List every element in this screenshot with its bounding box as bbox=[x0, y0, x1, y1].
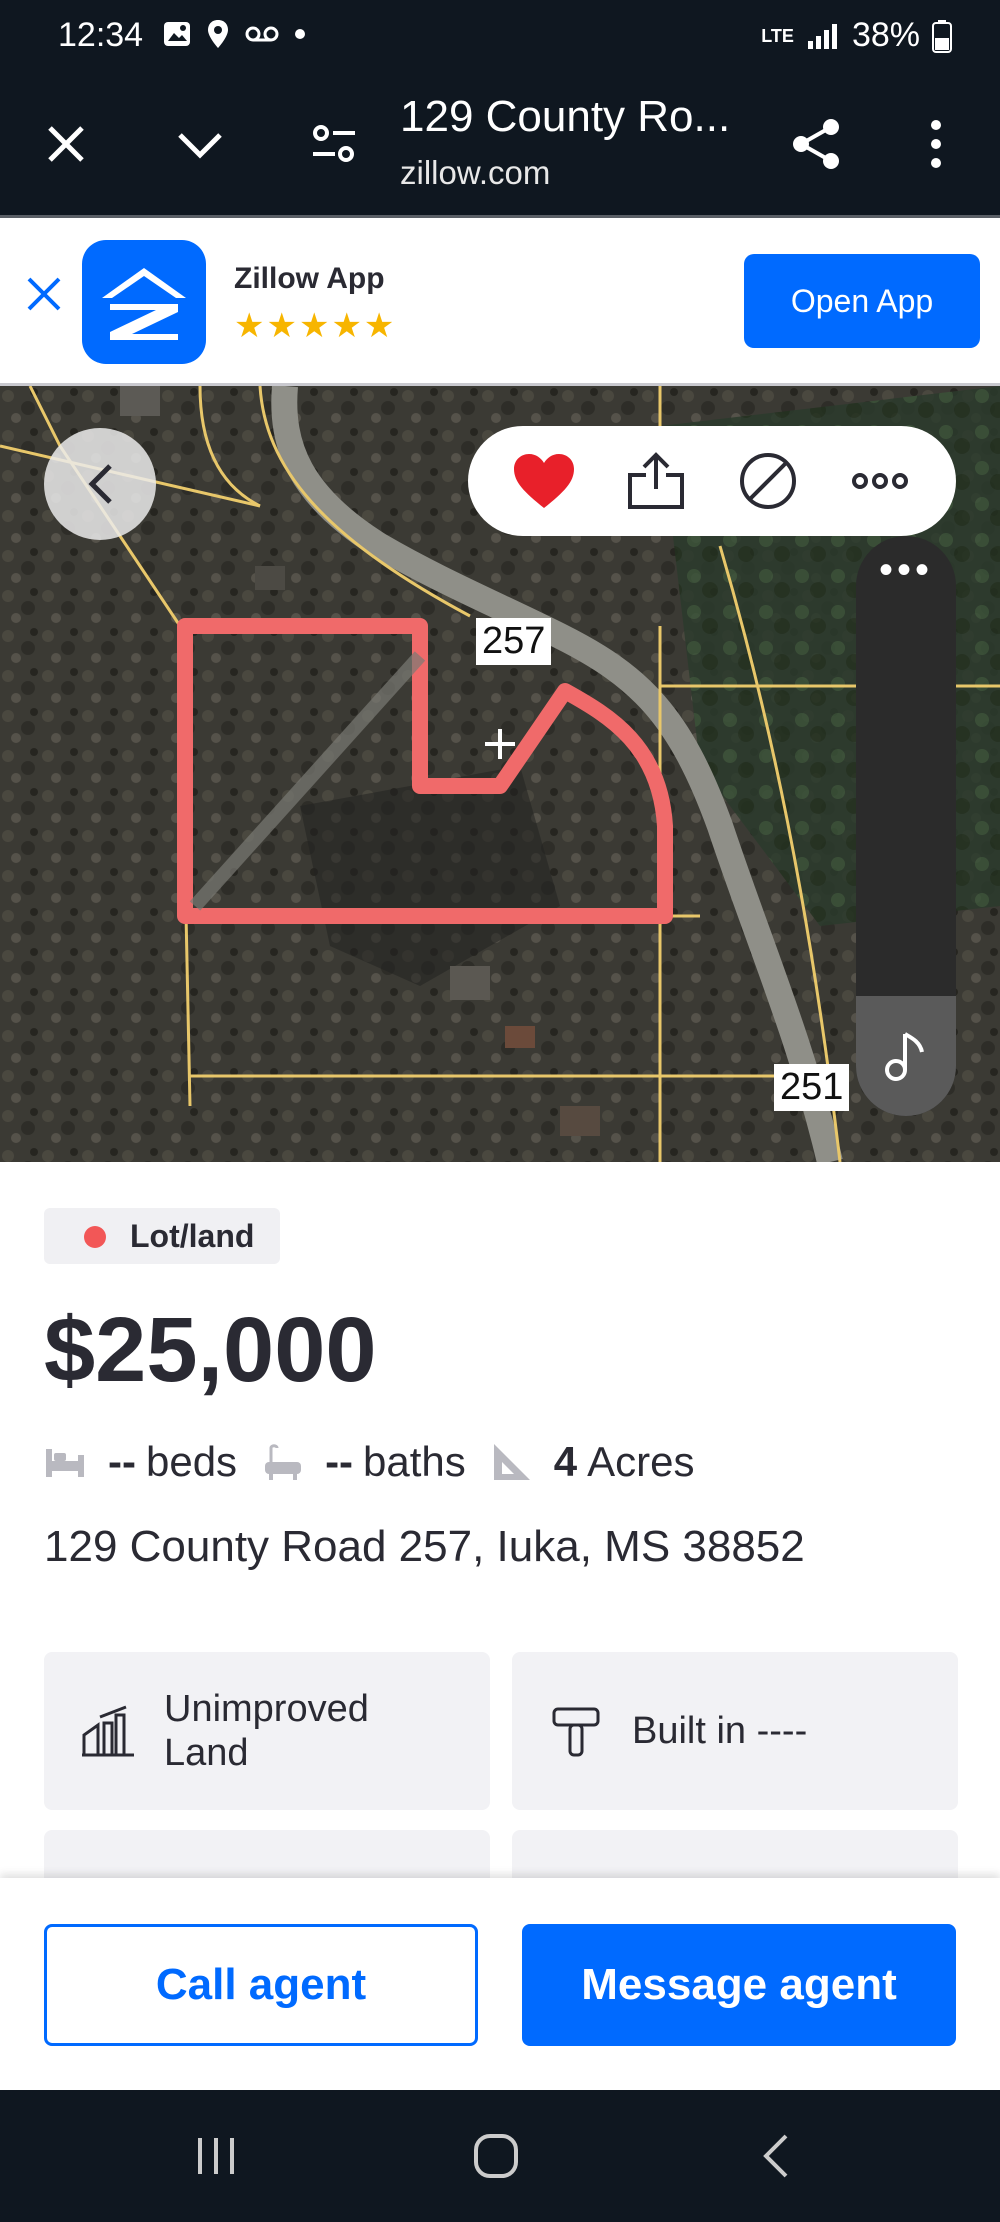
back-button[interactable] bbox=[44, 428, 156, 540]
dot-icon bbox=[295, 29, 305, 39]
contact-agent-bar: Call agent Message agent bbox=[0, 1878, 1000, 2090]
notification-icons bbox=[162, 18, 306, 50]
property-type-line2: Land bbox=[164, 1732, 249, 1774]
minimize-button[interactable] bbox=[172, 116, 228, 172]
close-tab-button[interactable] bbox=[38, 116, 94, 172]
listing-actions bbox=[468, 426, 956, 536]
parcel-number-label: 257 bbox=[476, 618, 552, 665]
bed-icon bbox=[46, 1449, 84, 1477]
signal-icon bbox=[807, 23, 837, 49]
zillow-logo bbox=[82, 240, 206, 364]
home-icon bbox=[474, 2134, 518, 2178]
kebab-menu-icon bbox=[931, 120, 941, 168]
acres-value: 4 bbox=[553, 1438, 578, 1485]
listing-price: $25,000 bbox=[44, 1299, 377, 1401]
bathtub-icon bbox=[265, 1444, 302, 1480]
page-title[interactable]: 129 County Ro... bbox=[400, 92, 730, 142]
system-navigation-bar bbox=[0, 2090, 1000, 2222]
baths-value: -- bbox=[325, 1438, 354, 1485]
listing-address: 129 County Road 257, Iuka, MS 38852 bbox=[44, 1522, 805, 1571]
beds-fact: -- beds bbox=[44, 1438, 237, 1486]
listing-details: Lot/land $25,000 -- beds -- baths 4 Acre… bbox=[0, 1162, 1000, 1878]
message-agent-button[interactable]: Message agent bbox=[522, 1924, 956, 2046]
home-button[interactable] bbox=[456, 2126, 536, 2186]
baths-label: baths bbox=[363, 1438, 466, 1485]
image-icon bbox=[164, 22, 190, 46]
close-icon bbox=[27, 277, 61, 311]
network-type: LTE bbox=[761, 25, 794, 46]
ruler-triangle-icon bbox=[493, 1444, 530, 1480]
dismiss-banner-button[interactable] bbox=[26, 276, 62, 317]
music-control-button[interactable] bbox=[856, 996, 956, 1116]
app-name: Zillow App bbox=[234, 262, 385, 295]
call-agent-button[interactable]: Call agent bbox=[44, 1924, 478, 2046]
heart-icon bbox=[514, 454, 574, 508]
page-settings-button[interactable] bbox=[306, 116, 362, 172]
more-horizontal-icon bbox=[852, 473, 908, 489]
year-built-card: Built in ---- bbox=[512, 1652, 958, 1810]
satellite-map[interactable]: 257 251 ••• bbox=[0, 386, 1000, 1162]
clock-time: 12:34 bbox=[58, 16, 144, 54]
share-upload-icon bbox=[628, 452, 684, 509]
share-button[interactable] bbox=[788, 116, 844, 172]
chevron-down-icon bbox=[178, 133, 222, 159]
year-built-text: Built in ---- bbox=[632, 1710, 808, 1752]
listing-type-label: Lot/land bbox=[130, 1217, 255, 1254]
open-app-button[interactable]: Open App bbox=[744, 254, 980, 348]
settings-sliders-icon bbox=[313, 125, 355, 162]
block-icon bbox=[740, 453, 796, 509]
page-url[interactable]: zillow.com bbox=[400, 154, 550, 192]
property-type-line1: Unimproved bbox=[164, 1688, 369, 1730]
baths-fact: -- baths bbox=[263, 1438, 466, 1486]
more-actions-button[interactable] bbox=[840, 441, 920, 521]
parcel-number-label: 251 bbox=[774, 1064, 850, 1111]
recent-apps-button[interactable] bbox=[176, 2126, 256, 2186]
building-chart-icon bbox=[82, 1705, 134, 1757]
home-facts: -- beds -- baths 4 Acres bbox=[44, 1438, 721, 1486]
listing-type-badge: Lot/land bbox=[44, 1208, 281, 1264]
fact-card-partial bbox=[512, 1830, 958, 1878]
hide-listing-button[interactable] bbox=[728, 441, 808, 521]
save-favorite-button[interactable] bbox=[504, 441, 584, 521]
music-note-icon bbox=[885, 1032, 924, 1081]
panel-more-dots[interactable]: ••• bbox=[856, 550, 956, 590]
close-icon bbox=[48, 126, 84, 162]
recent-apps-icon bbox=[198, 2138, 234, 2174]
chevron-left-icon bbox=[88, 464, 112, 504]
more-options-button[interactable] bbox=[908, 116, 964, 172]
battery-icon bbox=[932, 19, 952, 53]
system-indicators: LTE 38% bbox=[761, 16, 952, 55]
zillow-logo-icon bbox=[102, 268, 186, 340]
rating-stars: ★★★★★ bbox=[234, 307, 397, 345]
back-arrow-icon bbox=[763, 2134, 788, 2178]
share-listing-button[interactable] bbox=[616, 441, 696, 521]
hammer-icon bbox=[552, 1707, 600, 1757]
property-type-card: Unimproved Land bbox=[44, 1652, 490, 1810]
floating-media-panel[interactable]: ••• bbox=[856, 536, 956, 1116]
voicemail-icon bbox=[245, 26, 279, 42]
share-icon bbox=[793, 119, 839, 169]
status-dot-icon bbox=[84, 1226, 106, 1248]
beds-value: -- bbox=[108, 1438, 136, 1485]
app-banner: Zillow App ★★★★★ Open App bbox=[0, 218, 1000, 386]
fact-card-partial bbox=[44, 1830, 490, 1878]
location-icon bbox=[208, 20, 228, 48]
battery-percent: 38% bbox=[851, 16, 920, 54]
beds-label: beds bbox=[145, 1438, 238, 1485]
acres-label: Acres bbox=[587, 1438, 695, 1485]
browser-toolbar: 129 County Ro... zillow.com bbox=[0, 72, 1000, 218]
property-type-text: Unimproved Land bbox=[164, 1687, 369, 1775]
system-back-button[interactable] bbox=[736, 2126, 816, 2186]
lot-size-fact: 4 Acres bbox=[492, 1438, 695, 1486]
status-bar: 12:34 LTE 38% bbox=[0, 0, 1000, 72]
